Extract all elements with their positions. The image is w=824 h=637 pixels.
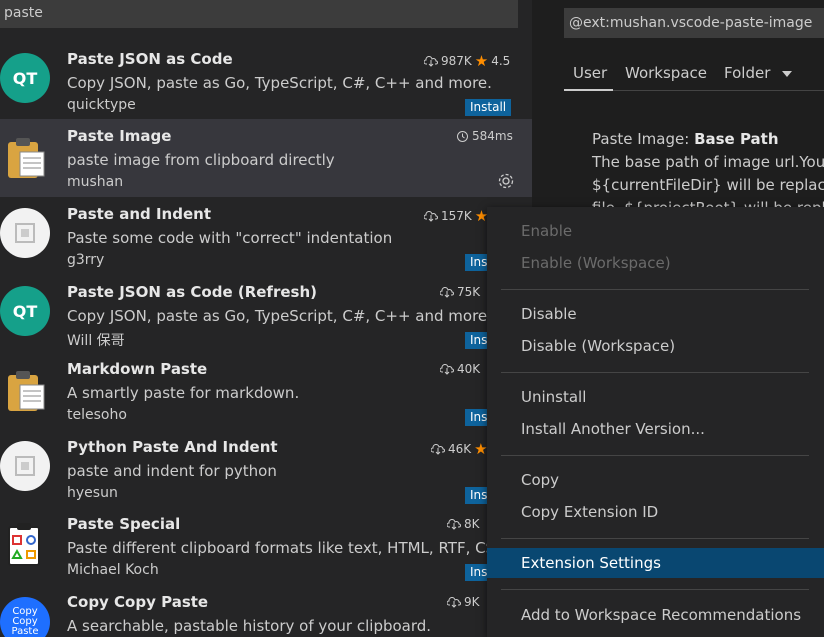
activation-time: 584ms — [472, 129, 513, 143]
extension-publisher: Michael Koch — [67, 562, 159, 578]
setting-title: Paste Image: Base Path — [592, 130, 779, 148]
extension-publisher: hyesun — [67, 485, 118, 501]
active-tab-indicator — [564, 89, 613, 91]
menu-separator — [501, 455, 809, 456]
menu-item-enable-workspace[interactable]: Enable (Workspace) — [487, 248, 824, 278]
extension-description: Paste some code with "correct" indentati… — [67, 229, 393, 247]
search-input[interactable] — [4, 2, 509, 24]
download-count: 8K — [464, 517, 480, 531]
settings-search-box[interactable] — [564, 8, 824, 38]
extension-publisher: mushan — [67, 174, 124, 190]
download-count: 75K — [457, 285, 481, 299]
default-extension-icon — [0, 208, 50, 258]
menu-item-enable[interactable]: Enable — [487, 216, 824, 246]
extension-stats: 157K ★ — [424, 207, 488, 225]
menu-item-copy[interactable]: Copy — [487, 465, 824, 495]
extension-item[interactable]: Python Paste And Indent paste and indent… — [0, 430, 532, 508]
download-icon — [447, 596, 461, 608]
extension-item-selected[interactable]: Paste Image paste image from clipboard d… — [0, 119, 532, 197]
star-icon: ★ — [474, 440, 488, 458]
extension-description: paste and indent for python — [67, 462, 277, 480]
extension-item[interactable]: QT Paste JSON as Code (Refresh) Copy JSO… — [0, 275, 532, 353]
extension-publisher: Will 保哥 — [67, 333, 125, 349]
download-count: 987K — [441, 54, 472, 68]
extension-item[interactable]: Paste and Indent Paste some code with "c… — [0, 197, 532, 275]
menu-separator — [501, 372, 809, 373]
menu-separator — [501, 589, 809, 590]
extension-name: Paste JSON as Code (Refresh) — [67, 283, 317, 301]
history-icon — [457, 130, 468, 142]
extension-stats: 584ms — [456, 129, 513, 143]
extension-stats: 987K ★ 4.5 — [424, 52, 510, 70]
menu-separator — [501, 289, 809, 290]
default-extension-icon — [0, 441, 50, 491]
download-icon — [440, 286, 454, 298]
menu-item-disable[interactable]: Disable — [487, 299, 824, 329]
extension-name: Python Paste And Indent — [67, 438, 278, 456]
extension-item[interactable]: Copy Copy Paste Copy Copy Paste A search… — [0, 585, 532, 637]
setting-description-line: The base path of image url.You c — [592, 153, 824, 171]
install-button[interactable]: Install — [465, 99, 512, 116]
rating: 4.5 — [491, 54, 511, 68]
extension-stats: 46K ★ — [431, 440, 488, 458]
extension-publisher: telesoho — [67, 407, 127, 423]
extension-description: Copy JSON, paste as Go, TypeScript, C#, … — [67, 307, 492, 325]
extension-name: Paste JSON as Code — [67, 50, 233, 68]
download-icon — [424, 210, 438, 222]
star-icon: ★ — [474, 52, 489, 70]
menu-separator — [501, 538, 809, 539]
extension-description: A smartly paste for markdown. — [67, 384, 300, 402]
extension-publisher: g3rry — [67, 252, 105, 268]
extension-name: Paste Special — [67, 515, 181, 533]
extension-publisher: quicktype — [67, 97, 136, 113]
extension-stats: 9K — [447, 595, 480, 609]
extension-description: Paste different clipboard formats like t… — [67, 539, 506, 557]
extension-description: A searchable, pastable history of your c… — [67, 617, 432, 635]
extension-description: Copy JSON, paste as Go, TypeScript, C#, … — [67, 74, 492, 92]
chevron-down-icon — [782, 71, 793, 77]
tab-user[interactable]: User — [573, 64, 607, 82]
extension-name: Paste Image — [67, 127, 172, 145]
menu-item-copy-extension-id[interactable]: Copy Extension ID — [487, 497, 824, 527]
gear-icon[interactable] — [496, 171, 516, 191]
download-count: 9K — [464, 595, 480, 609]
quicktype-logo-icon: QT — [0, 53, 50, 103]
download-count: 46K — [448, 442, 472, 456]
clipboard-logo-icon — [0, 130, 50, 180]
extension-item[interactable]: Markdown Paste A smartly paste for markd… — [0, 352, 532, 430]
settings-search-input[interactable] — [569, 12, 824, 34]
download-icon — [431, 443, 445, 455]
extension-stats: 75K — [440, 285, 480, 299]
paste-special-logo-icon — [0, 518, 50, 568]
extension-stats: 40K — [440, 362, 480, 376]
extension-name: Paste and Indent — [67, 205, 211, 223]
extension-item[interactable]: Paste Special Paste different clipboard … — [0, 507, 532, 585]
extension-stats: 8K — [447, 517, 480, 531]
extension-item[interactable]: QT Paste JSON as Code Copy JSON, paste a… — [0, 42, 532, 120]
menu-item-uninstall[interactable]: Uninstall — [487, 382, 824, 412]
download-count: 157K — [441, 209, 472, 223]
extension-name: Copy Copy Paste — [67, 593, 209, 611]
tab-folder[interactable]: Folder — [724, 64, 793, 82]
context-menu: Enable Enable (Workspace) Disable Disabl… — [487, 207, 824, 637]
menu-item-install-another-version[interactable]: Install Another Version... — [487, 414, 824, 444]
extension-name: Markdown Paste — [67, 360, 208, 378]
download-icon — [447, 518, 461, 530]
menu-item-disable-workspace[interactable]: Disable (Workspace) — [487, 331, 824, 361]
extension-search-box[interactable] — [0, 0, 518, 28]
extensions-sidebar: QT Paste JSON as Code Copy JSON, paste a… — [0, 0, 532, 637]
copy-copy-paste-logo-icon: Copy Copy Paste — [0, 597, 50, 637]
tab-workspace[interactable]: Workspace — [625, 64, 707, 82]
menu-item-add-to-workspace-recommendations[interactable]: Add to Workspace Recommendations — [487, 600, 824, 630]
quicktype-logo-icon: QT — [0, 286, 50, 336]
extension-description: paste image from clipboard directly — [67, 151, 335, 169]
download-icon — [440, 363, 454, 375]
menu-item-extension-settings[interactable]: Extension Settings — [487, 548, 824, 578]
download-count: 40K — [457, 362, 481, 376]
clipboard-logo-icon — [0, 363, 50, 413]
download-icon — [424, 55, 438, 67]
setting-description-line: ${currentFileDir} will be replace b — [592, 176, 824, 194]
